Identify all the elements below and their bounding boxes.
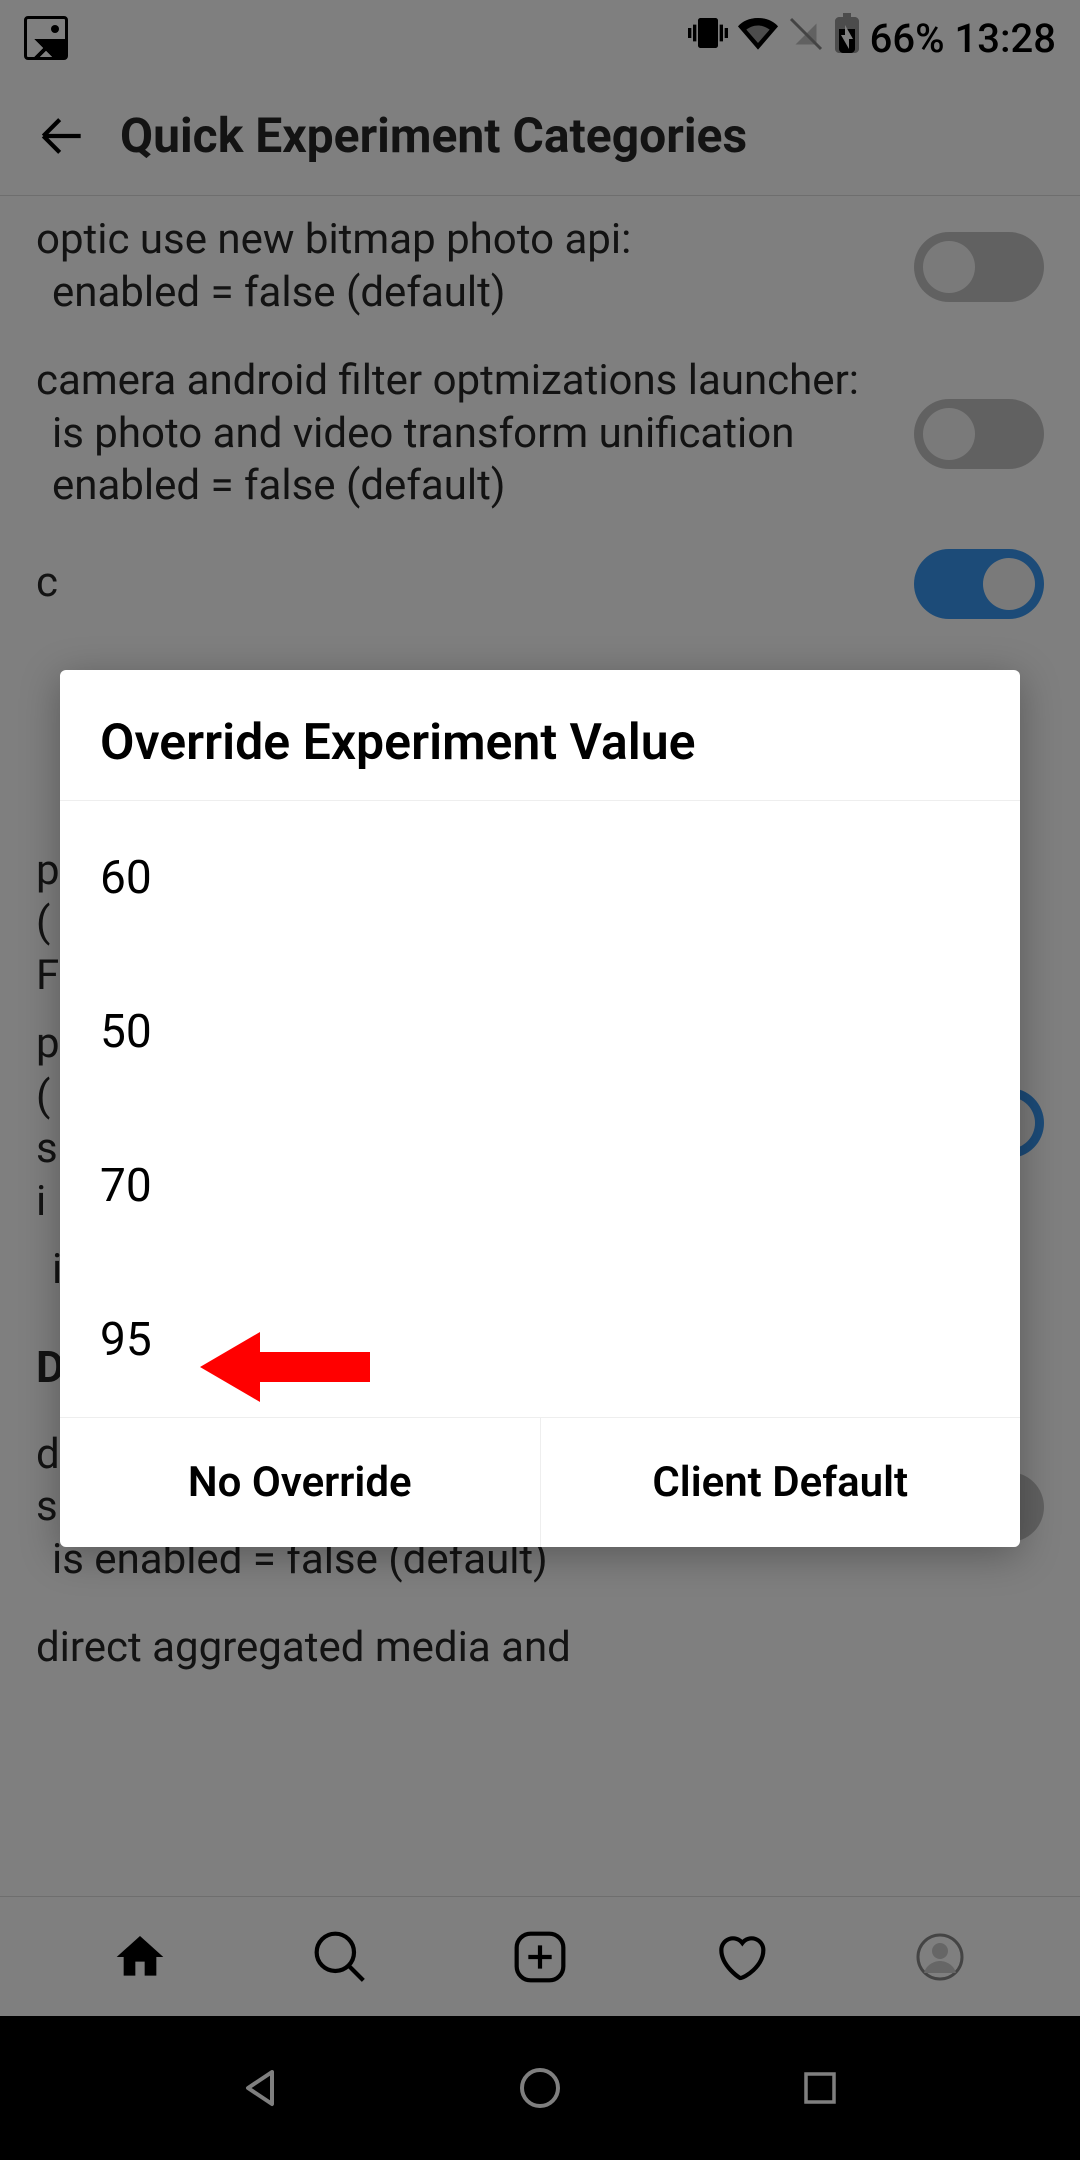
dialog-options-list: 60 50 70 95 (60, 801, 1020, 1417)
dialog-option[interactable]: 50 (60, 955, 1020, 1109)
client-default-button[interactable]: Client Default (541, 1418, 1021, 1547)
dialog-option[interactable]: 95 (60, 1263, 1020, 1417)
dialog-option[interactable]: 70 (60, 1109, 1020, 1263)
dialog-option[interactable]: 60 (60, 801, 1020, 955)
no-override-button[interactable]: No Override (60, 1418, 541, 1547)
dialog-title: Override Experiment Value (60, 670, 1020, 801)
dialog-actions: No Override Client Default (60, 1417, 1020, 1547)
override-dialog: Override Experiment Value 60 50 70 95 No… (60, 670, 1020, 1547)
